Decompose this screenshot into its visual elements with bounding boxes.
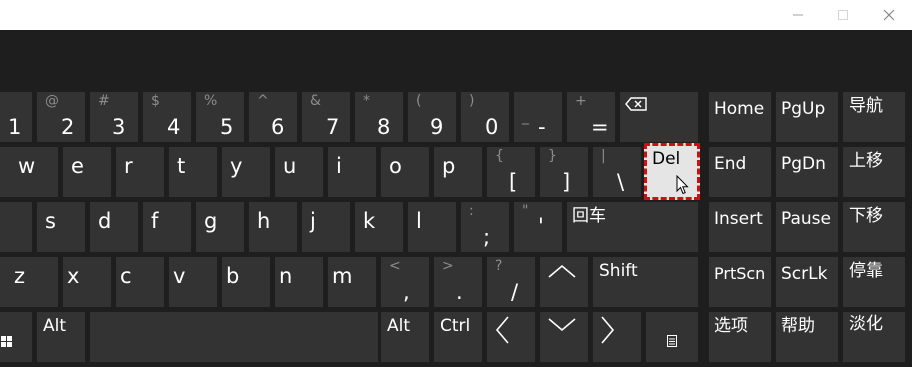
key-3[interactable]: # 3 xyxy=(90,92,138,142)
key-m[interactable]: m xyxy=(328,257,376,307)
key-period[interactable]: > . xyxy=(434,257,482,307)
key-8[interactable]: * 8 xyxy=(355,92,403,142)
end-key[interactable]: End xyxy=(709,147,771,197)
title-bar xyxy=(0,0,912,30)
key-v[interactable]: v xyxy=(169,257,217,307)
key-left-bracket[interactable]: { [ xyxy=(487,147,535,197)
ctrl-key[interactable]: Ctrl xyxy=(434,312,482,362)
chevron-right-icon xyxy=(601,316,615,348)
key-semicolon[interactable]: : ; xyxy=(461,202,509,252)
close-button[interactable] xyxy=(866,0,912,30)
up-arrow-key[interactable] xyxy=(540,257,588,307)
windows-key[interactable] xyxy=(0,312,32,362)
chevron-up-icon xyxy=(548,263,576,282)
pgup-key[interactable]: PgUp xyxy=(776,92,838,142)
key-w[interactable]: w xyxy=(10,147,58,197)
key-2[interactable]: @ 2 xyxy=(37,92,85,142)
key-quote[interactable]: " ' xyxy=(514,202,562,252)
home-key[interactable]: Home xyxy=(709,92,771,142)
navigate-key[interactable]: 导航 xyxy=(843,92,905,142)
chevron-left-icon xyxy=(495,316,509,348)
move-up-key[interactable]: 上移 xyxy=(843,147,905,197)
menu-key[interactable] xyxy=(646,312,698,362)
key-z[interactable]: z xyxy=(10,257,58,307)
key-n[interactable]: n xyxy=(275,257,323,307)
help-key[interactable]: 帮助 xyxy=(776,312,838,362)
pause-key[interactable]: Pause xyxy=(776,202,838,252)
key-i[interactable]: i xyxy=(328,147,376,197)
key-y[interactable]: y xyxy=(222,147,270,197)
key-d[interactable]: d xyxy=(90,202,138,252)
key-a[interactable] xyxy=(0,202,32,252)
minimize-icon xyxy=(792,9,804,21)
key-equals[interactable]: + = xyxy=(567,92,615,142)
key-right-bracket[interactable]: } ] xyxy=(540,147,588,197)
key-f[interactable]: f xyxy=(143,202,191,252)
del-key[interactable]: Del xyxy=(644,143,700,200)
key-r[interactable]: r xyxy=(116,147,164,197)
key-s[interactable]: s xyxy=(37,202,85,252)
key-g[interactable]: g xyxy=(196,202,244,252)
key-slash[interactable]: ? / xyxy=(487,257,535,307)
key-0[interactable]: ) 0 xyxy=(461,92,509,142)
key-j[interactable]: j xyxy=(302,202,350,252)
key-4[interactable]: $ 4 xyxy=(143,92,191,142)
mouse-cursor-icon xyxy=(676,174,689,199)
key-7[interactable]: & 7 xyxy=(302,92,350,142)
on-screen-keyboard: 1 @ 2 # 3 $ 4 % 5 ^ 6 & 7 * 8 ( 9 ) 0 _ … xyxy=(0,30,912,367)
key-u[interactable]: u xyxy=(275,147,323,197)
key-5[interactable]: % 5 xyxy=(196,92,244,142)
dock-key[interactable]: 停靠 xyxy=(843,257,905,307)
left-arrow-key[interactable] xyxy=(487,312,535,362)
fade-key[interactable]: 淡化 xyxy=(843,312,905,362)
backspace-icon xyxy=(625,96,647,115)
maximize-button[interactable] xyxy=(820,0,866,30)
key-6[interactable]: ^ 6 xyxy=(249,92,297,142)
insert-key[interactable]: Insert xyxy=(709,202,771,252)
move-down-key[interactable]: 下移 xyxy=(843,202,905,252)
key-p[interactable]: p xyxy=(434,147,482,197)
right-alt-key[interactable]: Alt xyxy=(381,312,429,362)
space-key[interactable] xyxy=(90,312,378,362)
menu-icon xyxy=(667,332,677,351)
down-arrow-key[interactable] xyxy=(540,312,588,362)
right-arrow-key[interactable] xyxy=(593,312,641,362)
key-minus[interactable]: _ - xyxy=(514,92,562,142)
windows-logo-icon xyxy=(1,332,12,351)
key-comma[interactable]: < , xyxy=(381,257,429,307)
chevron-down-icon xyxy=(548,317,576,336)
key-l[interactable]: l xyxy=(408,202,456,252)
key-k[interactable]: k xyxy=(355,202,403,252)
scrlk-key[interactable]: ScrLk xyxy=(776,257,838,307)
key-b[interactable]: b xyxy=(222,257,270,307)
pgdn-key[interactable]: PgDn xyxy=(776,147,838,197)
key-e[interactable]: e xyxy=(63,147,111,197)
maximize-icon xyxy=(837,9,849,21)
key-c[interactable]: c xyxy=(116,257,164,307)
key-h[interactable]: h xyxy=(249,202,297,252)
backspace-key[interactable] xyxy=(620,92,698,142)
right-shift-key[interactable]: Shift xyxy=(593,257,698,307)
key-x[interactable]: x xyxy=(63,257,111,307)
key-q[interactable] xyxy=(0,147,10,197)
key-o[interactable]: o xyxy=(381,147,429,197)
key-t[interactable]: t xyxy=(169,147,217,197)
key-1[interactable]: 1 xyxy=(0,92,32,142)
key-9[interactable]: ( 9 xyxy=(408,92,456,142)
prtscn-key[interactable]: PrtScn xyxy=(709,257,771,307)
enter-key[interactable]: 回车 xyxy=(567,202,698,252)
minimize-button[interactable] xyxy=(775,0,821,30)
key-backslash[interactable]: | \ xyxy=(593,147,641,197)
options-key[interactable]: 选项 xyxy=(709,312,771,362)
close-icon xyxy=(883,9,895,21)
left-alt-key[interactable]: Alt xyxy=(37,312,85,362)
